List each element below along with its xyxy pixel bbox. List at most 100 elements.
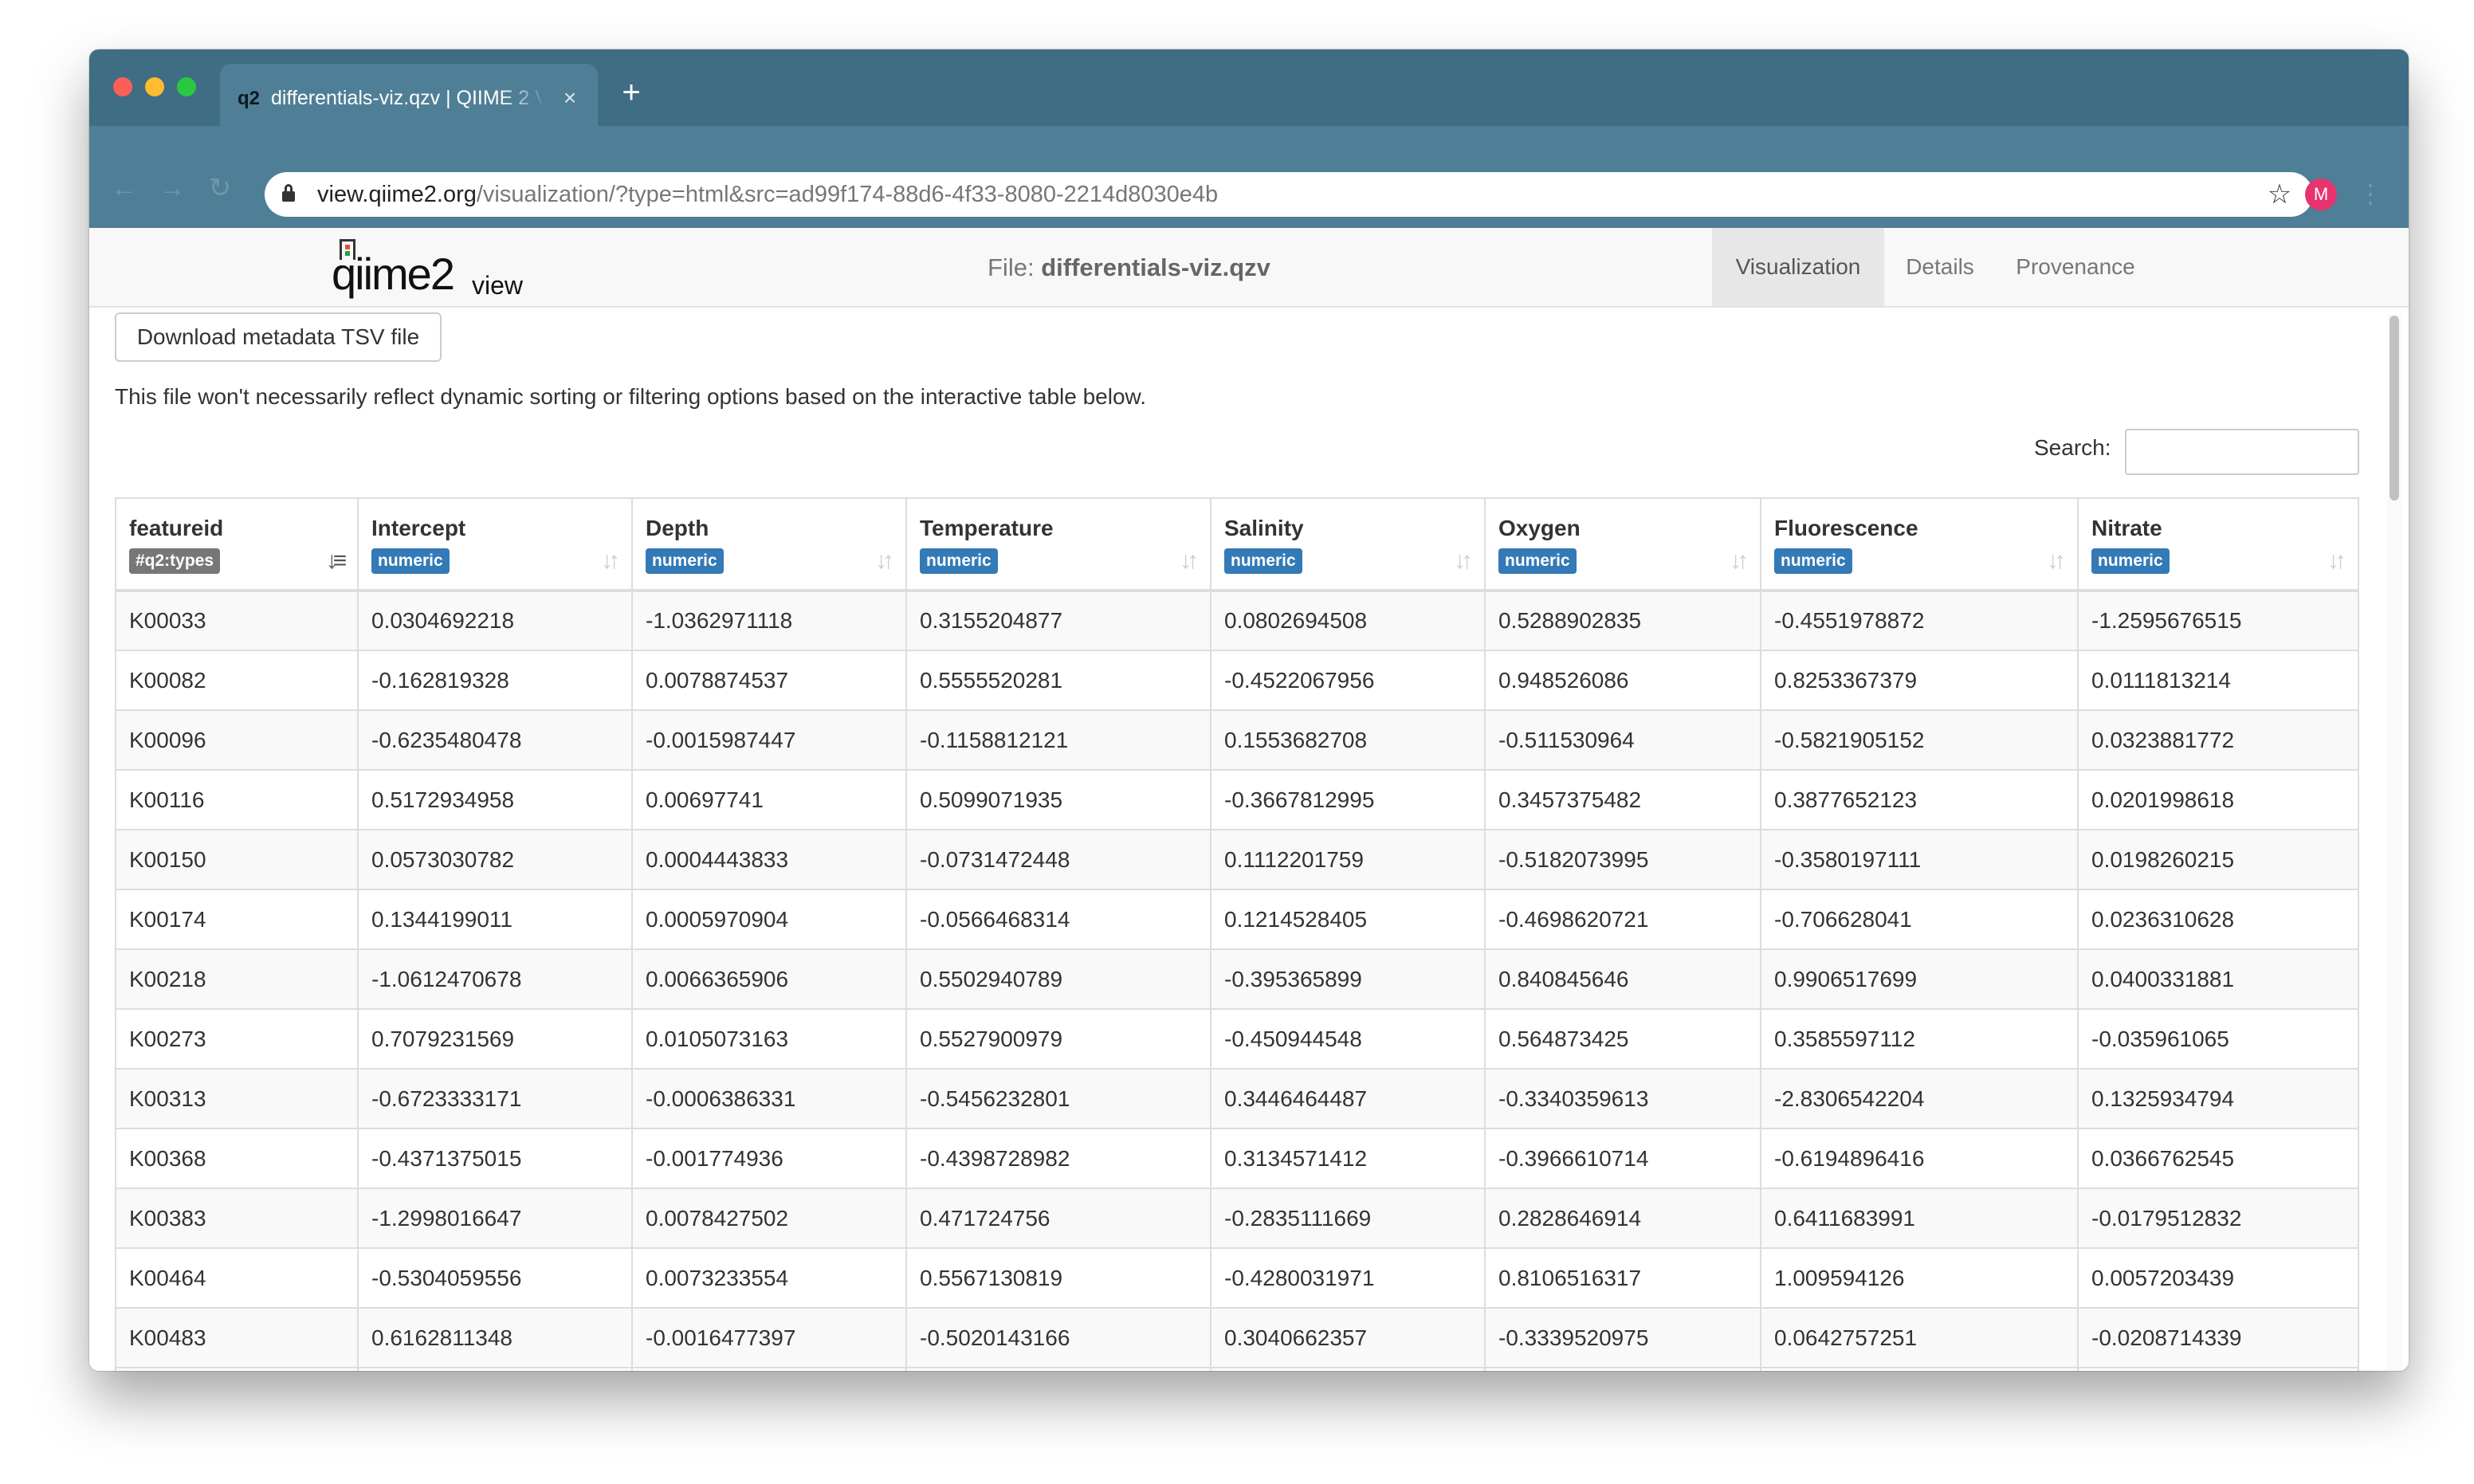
feature-id-cell: K00313 — [115, 1068, 359, 1129]
browser-menu-icon[interactable]: ⋮ — [2358, 174, 2383, 214]
table-cell: -0.4094972066 — [1210, 1367, 1486, 1371]
sort-icon[interactable]: ↓↑ — [1173, 545, 1200, 577]
column-name: Depth — [646, 516, 709, 540]
column-header-nitrate[interactable]: Nitrate numeric ↓↑ — [2077, 497, 2359, 592]
tab-provenance[interactable]: Provenance — [1996, 228, 2155, 306]
close-window-button[interactable] — [113, 77, 132, 96]
table-cell: 0.3040662357 — [1210, 1307, 1486, 1368]
table-cell: 0.534521766 — [905, 1367, 1211, 1371]
table-cell: 0.5288902835 — [1484, 590, 1761, 651]
table-cell: -0.0208714339 — [2077, 1307, 2359, 1368]
feature-id-cell: K00082 — [115, 650, 359, 711]
q2view-navbar: qiime2 view File: differentials-viz.qzv … — [89, 228, 2409, 308]
maximize-window-button[interactable] — [177, 77, 196, 96]
table-cell: 0.2828646914 — [1484, 1188, 1761, 1249]
table-cell: -0.0015987447 — [631, 709, 907, 771]
feature-id-cell: K00218 — [115, 948, 359, 1010]
column-name: Fluorescence — [1774, 516, 1918, 540]
column-header-depth[interactable]: Depth numeric ↓↑ — [631, 497, 907, 592]
table-cell: 0.5567130819 — [905, 1247, 1211, 1309]
table-cell: -0.3966610714 — [1484, 1128, 1761, 1189]
table-row[interactable]: K00383 -1.2998016647 0.0078427502 0.4717247… — [115, 1188, 2359, 1249]
file-prefix: File: — [988, 253, 1035, 281]
table-cell: 0.8106516317 — [1484, 1247, 1761, 1309]
sort-icon[interactable]: ↓↑ — [1447, 545, 1475, 577]
table-row[interactable]: K00033 0.0304692218 -1.0362971118 0.3155204… — [115, 590, 2359, 651]
table-cell: -0.3340359613 — [1484, 1068, 1761, 1129]
bookmark-star-icon[interactable]: ☆ — [2262, 177, 2297, 212]
table-cell: 0.471724756 — [905, 1188, 1211, 1249]
table-row[interactable]: K00218 -1.0612470678 0.0066365906 0.5502940… — [115, 948, 2359, 1010]
table-cell: 0.6162811348 — [357, 1307, 633, 1368]
qiime2-view-logo[interactable]: qiime2 view — [332, 236, 539, 303]
table-cell: 0.564873425 — [1484, 1008, 1761, 1070]
column-type-badge: numeric — [371, 548, 450, 574]
column-header-salinity[interactable]: Salinity numeric ↓↑ — [1210, 497, 1486, 592]
tab-visualization[interactable]: Visualization — [1712, 228, 1884, 306]
lock-icon[interactable] — [282, 184, 295, 202]
reload-icon[interactable]: ↻ — [204, 172, 236, 204]
table-row[interactable]: K00483 0.6162811348 -0.0016477397 -0.502014… — [115, 1307, 2359, 1368]
feature-id-cell: K00273 — [115, 1008, 359, 1070]
feature-id-cell: K00174 — [115, 889, 359, 950]
new-tab-icon[interactable]: + — [615, 77, 647, 108]
sort-ascending-icon[interactable]: ↓≡ — [320, 545, 348, 577]
feature-id-cell: K00464 — [115, 1247, 359, 1309]
tab-close-icon[interactable]: × — [558, 84, 582, 112]
back-arrow-icon[interactable]: ← — [108, 172, 140, 204]
scrollbar-thumb[interactable] — [2390, 316, 2399, 501]
table-cell: 0.6411683991 — [1760, 1188, 2079, 1249]
column-header-featureid[interactable]: featureid #q2:types ↓≡ — [115, 497, 359, 592]
column-header-temperature[interactable]: Temperature numeric ↓↑ — [905, 497, 1211, 592]
tab-details[interactable]: Details — [1884, 228, 1996, 306]
table-row[interactable]: K00174 0.1344199011 0.0005970904 -0.0566468… — [115, 889, 2359, 950]
minimize-window-button[interactable] — [145, 77, 164, 96]
table-cell: 0.0057203439 — [2077, 1247, 2359, 1309]
table-cell: -0.6723333171 — [357, 1068, 633, 1129]
profile-avatar[interactable]: M — [2305, 179, 2337, 210]
table-cell: -1.2595676515 — [2077, 590, 2359, 651]
search-input[interactable] — [2125, 429, 2359, 475]
download-metadata-button[interactable]: Download metadata TSV file — [115, 312, 442, 362]
url-text[interactable]: view.qiime2.org/visualization/?type=html… — [317, 172, 1218, 217]
sort-icon[interactable]: ↓↑ — [2321, 545, 2348, 577]
table-row[interactable]: K00082 -0.162819328 0.0078874537 0.55555202… — [115, 650, 2359, 711]
table-row[interactable]: K00150 0.0573030782 0.0004443833 -0.0731472… — [115, 829, 2359, 890]
table-cell: 0.0802694508 — [1210, 590, 1486, 651]
sort-icon[interactable]: ↓↑ — [869, 545, 896, 577]
column-type-badge: numeric — [2091, 548, 2170, 574]
table-cell: -0.3580197111 — [1760, 829, 2079, 890]
table-cell: 0.3446464487 — [1210, 1068, 1486, 1129]
address-bar[interactable]: view.qiime2.org/visualization/?type=html… — [265, 172, 2313, 217]
column-header-fluorescence[interactable]: Fluorescence numeric ↓↑ — [1760, 497, 2079, 592]
table-row[interactable]: K00096 -0.6235480478 -0.0015987447 -0.11588… — [115, 709, 2359, 771]
table-cell: -0.4371375015 — [357, 1128, 633, 1189]
table-cell: 0.948526086 — [1484, 650, 1761, 711]
table-row[interactable]: K00313 -0.6723333171 -0.0006386331 -0.54562… — [115, 1068, 2359, 1129]
metadata-table: featureid #q2:types ↓≡ Intercept numeric ↓↑ De… — [115, 497, 2359, 1371]
table-cell: -0.035961065 — [2077, 1008, 2359, 1070]
table-cell: 0.1884412298 — [357, 1367, 633, 1371]
table-header-row: featureid #q2:types ↓≡ Intercept numeric ↓↑ De… — [115, 497, 2359, 592]
browser-tab[interactable]: q2 differentials-viz.qzv | QIIME 2 View … — [220, 64, 598, 126]
sort-icon[interactable]: ↓↑ — [2040, 545, 2068, 577]
sort-icon[interactable]: ↓↑ — [595, 545, 622, 577]
forward-arrow-icon[interactable]: → — [156, 172, 188, 204]
sort-icon[interactable]: ↓↑ — [1723, 545, 1750, 577]
column-header-intercept[interactable]: Intercept numeric ↓↑ — [357, 497, 633, 592]
table-row[interactable]: K00116 0.5172934958 0.00697741 0.5099071935… — [115, 769, 2359, 830]
table-cell: -1.2998016647 — [357, 1188, 633, 1249]
table-cell: 0.00697741 — [631, 769, 907, 830]
table-cell: -0.5456232801 — [905, 1068, 1211, 1129]
feature-id-cell: K00096 — [115, 709, 359, 771]
table-row[interactable]: K00464 -0.5304059556 0.0073233554 0.5567130… — [115, 1247, 2359, 1309]
column-header-oxygen[interactable]: Oxygen numeric ↓↑ — [1484, 497, 1761, 592]
table-row[interactable]: K00368 -0.4371375015 -0.001774936 -0.439872… — [115, 1128, 2359, 1189]
table-cell: 0.5502940789 — [905, 948, 1211, 1010]
column-type-badge: #q2:types — [129, 548, 221, 574]
table-row[interactable]: K00273 0.7079231569 0.0105073163 0.55279009… — [115, 1008, 2359, 1070]
table-cell: 0.1112201759 — [1210, 829, 1486, 890]
table-cell: -2.8306542204 — [1760, 1068, 2079, 1129]
table-cell: -0.011783633 — [2077, 1367, 2359, 1371]
table-row[interactable]: K005240.18844122980.00586828680.53452176… — [115, 1367, 2359, 1371]
